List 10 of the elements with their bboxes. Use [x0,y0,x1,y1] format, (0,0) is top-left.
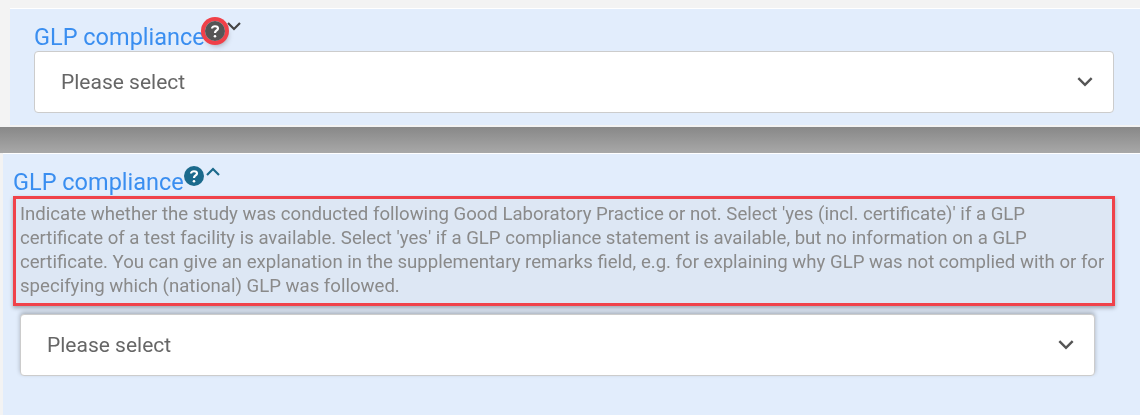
help-text: Indicate whether the study was conducted following Good Laboratory Practice or not. Select 'yes (incl. certificate)' if a GLP certificate of a test facility is available. Select 'yes' if a GLP compliance statement is available, but no information on a GLP certificate. You can give an explanation in the supplementary remarks field, e.g. for explaining why GLP was not complied with or for specifying which (national) GLP was followed. [13,196,1115,306]
select-dropdown[interactable]: Please select [34,51,1114,113]
caret-icon [1077,77,1093,87]
collapse-icon[interactable] [205,167,220,176]
field-label: GLP compliance [12,167,184,198]
help-icon[interactable] [183,166,204,186]
select-dropdown[interactable]: Please select [20,314,1095,376]
caret-icon [1058,340,1074,350]
expand-icon[interactable] [226,22,241,31]
field-label: GLP compliance [33,22,205,53]
